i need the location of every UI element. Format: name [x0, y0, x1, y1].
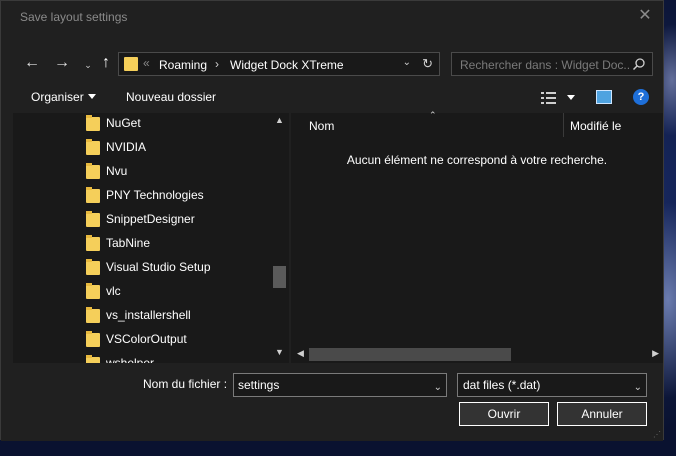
toolbar: Organiser Nouveau dossier ?: [1, 83, 663, 111]
tree-item-wshelper[interactable]: wshelper: [86, 353, 276, 363]
tree-item-nuget[interactable]: NuGet: [86, 113, 276, 133]
tree-scroll-thumb[interactable]: [273, 266, 286, 288]
chevron-down-icon[interactable]: ⌄: [634, 377, 642, 399]
new-folder-button[interactable]: Nouveau dossier: [126, 90, 216, 104]
breadcrumb-overflow[interactable]: «: [143, 56, 150, 70]
tree-item-vs-installershell[interactable]: vs_installershell: [86, 305, 276, 325]
save-dialog: Save layout settings ✕ ← → ⌄ ↑ « Roaming…: [0, 0, 664, 441]
tree-item-vlc[interactable]: vlc: [86, 281, 276, 301]
tree-item-nvu[interactable]: Nvu: [86, 161, 276, 181]
chevron-down-icon[interactable]: [88, 94, 96, 99]
empty-message: Aucun élément ne correspond à votre rech…: [346, 153, 608, 167]
help-icon[interactable]: ?: [633, 89, 649, 105]
navigation-bar: ← → ⌄ ↑ « Roaming › Widget Dock XTreme ⌄…: [1, 45, 663, 81]
horizontal-scroll-thumb[interactable]: [309, 348, 511, 361]
filetype-value: dat files (*.dat): [463, 378, 541, 392]
preview-pane-icon[interactable]: [596, 90, 612, 104]
tree-item-label: vlc: [106, 284, 121, 298]
folder-icon: [86, 139, 100, 155]
chevron-up-icon[interactable]: ▲: [275, 115, 284, 125]
breadcrumb-roaming[interactable]: Roaming: [159, 58, 207, 72]
view-options-icon[interactable]: [541, 91, 557, 105]
folder-icon: [86, 259, 100, 275]
filename-label: Nom du fichier :: [143, 377, 228, 391]
tree-item-nvidia[interactable]: NVIDIA: [86, 137, 276, 157]
chevron-down-icon[interactable]: ⌄: [403, 57, 411, 68]
tree-item-vscoloroutput[interactable]: VSColorOutput: [86, 329, 276, 349]
filename-value: settings: [238, 378, 280, 392]
folder-icon: [86, 283, 100, 299]
filename-input[interactable]: settings ⌄: [233, 373, 447, 397]
search-input[interactable]: Rechercher dans : Widget Doc...: [451, 52, 653, 76]
tree-item-visual-studio-setup[interactable]: Visual Studio Setup: [86, 257, 276, 277]
tree-item-label: NuGet: [106, 116, 141, 130]
filetype-select[interactable]: dat files (*.dat) ⌄: [457, 373, 647, 397]
tree-item-label: VSColorOutput: [106, 332, 187, 346]
tree-item-tabnine[interactable]: TabNine: [86, 233, 276, 253]
title-bar: Save layout settings ✕: [1, 1, 663, 31]
arrow-right-icon[interactable]: →: [53, 53, 71, 73]
chevron-down-icon[interactable]: ▼: [275, 347, 284, 357]
dialog-footer: Nom du fichier : settings ⌄ dat files (*…: [1, 365, 663, 441]
tree-item-label: Visual Studio Setup: [106, 260, 211, 274]
tree-item-label: Nvu: [106, 164, 128, 178]
arrow-left-icon[interactable]: ←: [23, 53, 41, 73]
chevron-right-icon[interactable]: ▶: [652, 348, 659, 359]
folder-icon: [86, 115, 100, 131]
column-divider[interactable]: [563, 113, 564, 137]
search-placeholder: Rechercher dans : Widget Doc...: [460, 58, 630, 72]
tree-item-snippetdesigner[interactable]: SnippetDesigner: [86, 209, 276, 229]
search-icon: [632, 58, 645, 71]
folder-icon: [86, 355, 100, 363]
tree-scrollbar[interactable]: ▲ ▼: [271, 113, 288, 363]
column-header-name[interactable]: Nom: [309, 119, 334, 133]
folder-icon: [86, 331, 100, 347]
folder-icon: [86, 187, 100, 203]
folder-tree: NuGet NVIDIA Nvu PNY Technologies Snippe…: [13, 113, 289, 363]
folder-icon: [86, 235, 100, 251]
address-bar[interactable]: « Roaming › Widget Dock XTreme ⌄ ↻: [118, 52, 440, 76]
tree-item-pny-technologies[interactable]: PNY Technologies: [86, 185, 276, 205]
tree-item-label: TabNine: [106, 236, 151, 250]
breadcrumb-widget-dock-xtreme[interactable]: Widget Dock XTreme: [230, 58, 344, 72]
chevron-left-icon[interactable]: ◀: [297, 348, 304, 359]
window-title: Save layout settings: [20, 10, 128, 24]
chevron-down-icon[interactable]: ⌄: [79, 55, 97, 75]
breadcrumb-separator: ›: [215, 57, 219, 71]
file-list: ⌃ Nom Modifié le Aucun élément ne corres…: [291, 110, 663, 363]
tree-item-label: vs_installershell: [106, 308, 191, 322]
open-button[interactable]: Ouvrir: [459, 402, 549, 426]
folder-icon: [124, 57, 138, 71]
folder-icon: [86, 211, 100, 227]
cancel-button[interactable]: Annuler: [557, 402, 647, 426]
resize-grip-icon[interactable]: ⋰: [653, 430, 661, 439]
tree-item-label: NVIDIA: [106, 140, 147, 154]
column-header-modified[interactable]: Modifié le: [570, 119, 621, 133]
tree-item-label: wshelper: [106, 356, 155, 363]
refresh-icon[interactable]: ↻: [422, 56, 433, 72]
arrow-up-icon[interactable]: ↑: [97, 53, 115, 73]
folder-icon: [86, 307, 100, 323]
tree-item-label: PNY Technologies: [106, 188, 204, 202]
chevron-down-icon[interactable]: ⌄: [434, 377, 442, 399]
folder-icon: [86, 163, 100, 179]
horizontal-scrollbar[interactable]: ◀ ▶: [291, 346, 663, 363]
sort-ascending-icon: ⌃: [429, 110, 437, 120]
close-icon[interactable]: ✕: [635, 6, 655, 26]
tree-item-label: SnippetDesigner: [106, 212, 195, 226]
organise-button[interactable]: Organiser: [31, 90, 84, 104]
chevron-down-icon[interactable]: [567, 95, 575, 100]
